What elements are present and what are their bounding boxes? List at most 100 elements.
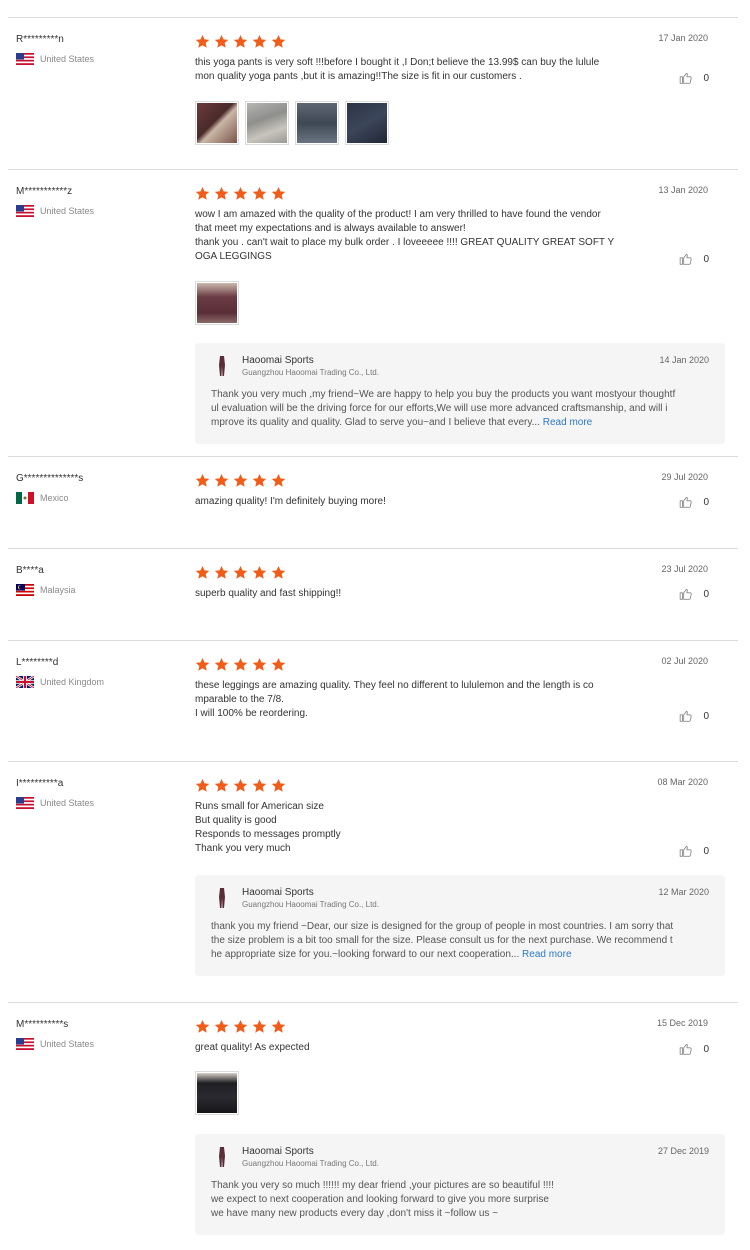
reviewer-name: M***********z — [16, 186, 73, 197]
malaysia-flag-icon — [16, 584, 34, 596]
reviewer-country: United States — [16, 797, 94, 809]
thumbs-up-icon — [680, 1043, 693, 1055]
reviewer-country: United States — [16, 205, 94, 217]
review-text: Runs small for American size But quality… — [195, 801, 341, 854]
country-label: Mexico — [40, 493, 69, 503]
reply-date: 12 Mar 2020 — [658, 887, 709, 897]
star-icon — [233, 565, 248, 579]
review-date: 15 Dec 2019 — [656, 1018, 708, 1028]
star-rating — [195, 565, 290, 580]
star-icon — [233, 34, 248, 48]
star-icon — [214, 657, 229, 671]
read-more-link[interactable]: Read more — [522, 949, 571, 960]
thumbs-up-icon — [680, 588, 693, 600]
like-button[interactable]: 0 — [679, 709, 709, 723]
reviewer-name: I**********a — [16, 778, 64, 789]
star-icon — [195, 1019, 210, 1033]
star-icon — [271, 657, 286, 671]
star-icon — [233, 657, 248, 671]
like-count: 0 — [703, 1043, 709, 1055]
review-text: amazing quality! I'm definitely buying m… — [195, 496, 386, 507]
uk-flag-icon — [16, 676, 34, 688]
us-flag-icon — [16, 205, 34, 217]
like-count: 0 — [703, 496, 709, 508]
star-icon — [271, 473, 286, 487]
reply-body: thank you my friend ~Dear, our size is d… — [211, 921, 674, 960]
review-photo[interactable] — [195, 1071, 239, 1115]
like-button[interactable]: 0 — [679, 587, 709, 601]
star-icon — [214, 473, 229, 487]
review-photo[interactable] — [195, 101, 239, 145]
star-icon — [195, 778, 210, 792]
review-date: 17 Jan 2020 — [658, 33, 708, 43]
star-icon — [271, 186, 286, 200]
thumbs-up-icon — [680, 496, 693, 508]
star-icon — [233, 778, 248, 792]
like-button[interactable]: 0 — [679, 844, 709, 858]
read-more-link[interactable]: Read more — [543, 417, 592, 428]
review-photo[interactable] — [295, 101, 339, 145]
seller-reply: Haoomai Sports Guangzhou Haoomai Trading… — [195, 875, 725, 976]
seller-company: Guangzhou Haoomai Trading Co., Ltd. — [242, 368, 379, 377]
seller-reply: Haoomai Sports Guangzhou Haoomai Trading… — [195, 343, 725, 444]
seller-company: Guangzhou Haoomai Trading Co., Ltd. — [242, 1159, 379, 1168]
reviewer-country: United States — [16, 1038, 94, 1050]
star-icon — [271, 1019, 286, 1033]
reviewer-name: B****a — [16, 565, 44, 576]
star-icon — [233, 186, 248, 200]
us-flag-icon — [16, 53, 34, 65]
review-item: I**********a United States 08 Mar 2020 R… — [8, 761, 738, 1003]
star-icon — [252, 34, 267, 48]
star-rating — [195, 473, 290, 488]
review-text: superb quality and fast shipping!! — [195, 588, 342, 599]
review-photo[interactable] — [245, 101, 289, 145]
reviewer-name: G**************s — [16, 473, 84, 484]
star-rating — [195, 657, 290, 672]
star-icon — [252, 565, 267, 579]
review-photos — [195, 1071, 245, 1115]
like-button[interactable]: 0 — [679, 252, 709, 266]
review-item: M***********z United States 13 Jan 2020 … — [8, 169, 738, 457]
star-icon — [252, 1019, 267, 1033]
review-item: L********d United Kingdom 02 Jul 2020 th… — [8, 640, 738, 762]
reply-text: Thank you very so much !!!!!! my dear fr… — [211, 1179, 713, 1221]
like-count: 0 — [703, 845, 709, 857]
star-icon — [233, 473, 248, 487]
like-count: 0 — [703, 588, 709, 600]
like-button[interactable]: 0 — [679, 495, 709, 509]
seller-logo-icon — [219, 888, 225, 908]
star-icon — [252, 657, 267, 671]
star-icon — [195, 473, 210, 487]
reply-date: 27 Dec 2019 — [657, 1146, 709, 1156]
seller-reply: Haoomai Sports Guangzhou Haoomai Trading… — [195, 1134, 725, 1235]
reply-date: 14 Jan 2020 — [659, 355, 709, 365]
seller-name: Haoomai Sports — [242, 355, 314, 366]
seller-company: Guangzhou Haoomai Trading Co., Ltd. — [242, 900, 379, 909]
star-icon — [195, 565, 210, 579]
like-button[interactable]: 0 — [679, 71, 709, 85]
like-button[interactable]: 0 — [679, 1042, 709, 1056]
reviewer-country: United Kingdom — [16, 676, 104, 688]
review-text: great quality! As expected — [195, 1042, 310, 1053]
star-icon — [195, 186, 210, 200]
reviewer-country: Mexico — [16, 492, 69, 504]
star-icon — [233, 1019, 248, 1033]
review-date: 02 Jul 2020 — [661, 656, 708, 666]
like-count: 0 — [703, 710, 709, 722]
review-date: 29 Jul 2020 — [661, 472, 708, 482]
country-label: United States — [40, 1039, 95, 1049]
reviewer-country: Malaysia — [16, 584, 76, 596]
star-rating — [195, 778, 290, 793]
seller-logo-icon — [219, 1147, 225, 1167]
review-photo[interactable] — [195, 281, 239, 325]
country-label: Malaysia — [40, 585, 76, 595]
star-icon — [252, 186, 267, 200]
reviewer-country: United States — [16, 53, 94, 65]
star-icon — [214, 1019, 229, 1033]
star-icon — [214, 34, 229, 48]
reviewer-name: R*********n — [16, 34, 64, 45]
review-photo[interactable] — [345, 101, 389, 145]
us-flag-icon — [16, 1038, 34, 1050]
seller-logo-icon — [219, 356, 225, 376]
review-text: these leggings are amazing quality. They… — [195, 680, 594, 719]
